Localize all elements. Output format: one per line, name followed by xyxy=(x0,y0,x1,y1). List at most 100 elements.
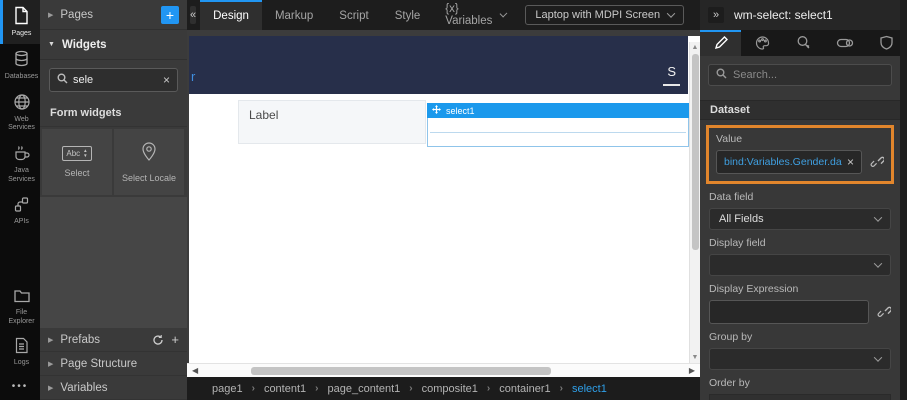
group-by-select[interactable] xyxy=(709,348,891,370)
canvas-vertical-scrollbar[interactable]: ▲ ▼ xyxy=(689,42,700,363)
widget-list-scroll-area xyxy=(40,197,187,328)
rail-item-databases[interactable]: Databases xyxy=(0,44,40,87)
widget-tile-select[interactable]: Abc▲▼ Select xyxy=(42,129,112,195)
scroll-right-icon[interactable]: ▶ xyxy=(684,366,700,375)
prefabs-section-header[interactable]: ▶ Prefabs + xyxy=(40,328,187,352)
breadcrumb-separator: › xyxy=(560,383,563,394)
section-label: Widgets xyxy=(62,39,107,51)
header-partial-link[interactable]: r xyxy=(191,69,195,84)
data-field-select[interactable]: All Fields xyxy=(709,208,891,230)
refresh-prefabs-icon[interactable] xyxy=(152,334,164,346)
order-by-field: Order by xyxy=(700,370,900,389)
tab-advanced-search[interactable] xyxy=(783,30,824,56)
widget-group-header: Form widgets xyxy=(40,100,187,127)
order-by-list: dataValue name xyxy=(709,394,891,400)
select-underline xyxy=(430,132,686,133)
breadcrumb-separator: › xyxy=(252,383,255,394)
order-by-option-datavalue[interactable]: dataValue xyxy=(710,395,890,400)
more-options-icon[interactable]: ••• xyxy=(0,373,40,400)
widget-tile-select-locale[interactable]: Select Locale xyxy=(114,129,184,195)
dataset-section-header[interactable]: Dataset xyxy=(700,100,900,120)
rail-item-web-services[interactable]: Web Services xyxy=(0,87,40,139)
property-search-box[interactable] xyxy=(708,64,892,86)
clear-search-icon[interactable]: × xyxy=(163,73,170,87)
field-label: Data field xyxy=(709,191,891,203)
breadcrumb-item-active[interactable]: select1 xyxy=(572,383,607,395)
tab-style[interactable]: Style xyxy=(382,0,434,30)
vertical-scroll-thumb[interactable] xyxy=(692,54,699,250)
rail-item-file-explorer[interactable]: File Explorer xyxy=(0,282,40,332)
tab-toggle-settings[interactable] xyxy=(824,30,865,56)
chevron-down-icon xyxy=(874,259,882,267)
horizontal-scroll-thumb[interactable] xyxy=(251,367,551,375)
value-field: Value × xyxy=(716,133,884,174)
breadcrumb-item[interactable]: content1 xyxy=(264,383,306,395)
widget-tile-label: Select Locale xyxy=(122,173,176,183)
properties-scrollbar[interactable] xyxy=(900,0,907,400)
value-field-highlight: Value × xyxy=(706,125,894,184)
device-dropdown-label: Laptop with MDPI Screen xyxy=(535,9,660,21)
bind-link-icon[interactable] xyxy=(870,155,884,169)
display-expression-input-box[interactable] xyxy=(709,300,869,324)
breadcrumb-item[interactable]: composite1 xyxy=(422,383,478,395)
search-icon xyxy=(57,73,68,87)
add-page-button[interactable]: + xyxy=(161,6,179,24)
page-structure-section-header[interactable]: ▶ Page Structure xyxy=(40,352,187,376)
bind-link-icon[interactable] xyxy=(877,305,891,319)
field-label: Value xyxy=(716,133,884,145)
label-widget[interactable]: Label xyxy=(238,100,426,144)
value-input[interactable] xyxy=(724,156,842,168)
search-gear-icon xyxy=(796,35,811,53)
selected-option: All Fields xyxy=(719,213,764,225)
tab-markup[interactable]: Markup xyxy=(262,0,326,30)
scroll-up-icon[interactable]: ▲ xyxy=(692,42,699,53)
page-header-widget[interactable]: r S xyxy=(189,36,688,94)
clear-value-icon[interactable]: × xyxy=(847,155,854,169)
canvas-horizontal-scrollbar[interactable]: ◀ ▶ xyxy=(187,363,700,377)
chevron-down-icon xyxy=(874,213,882,221)
variables-section-header[interactable]: ▶ Variables xyxy=(40,376,187,400)
collapse-right-panel-button[interactable]: » xyxy=(708,7,724,23)
header-nav-link[interactable]: S xyxy=(663,64,680,86)
select-widget-body[interactable] xyxy=(427,118,689,147)
tab-design[interactable]: Design xyxy=(200,0,262,30)
display-field: Display field xyxy=(700,230,900,276)
scroll-left-icon[interactable]: ◀ xyxy=(187,366,203,375)
rail-item-apis[interactable]: APIs xyxy=(0,190,40,232)
variables-dropdown[interactable]: {x} Variables xyxy=(433,3,517,27)
rail-item-label: Databases xyxy=(5,73,38,82)
widget-search-box[interactable]: × xyxy=(49,68,178,92)
rail-item-java-services[interactable]: Java Services xyxy=(0,138,40,190)
breadcrumb-separator: › xyxy=(409,383,412,394)
globe-icon xyxy=(13,93,31,114)
chevron-down-icon xyxy=(499,10,507,18)
display-expression-input[interactable] xyxy=(717,306,861,318)
breadcrumb-item[interactable]: page_content1 xyxy=(327,383,400,395)
rail-item-logs[interactable]: Logs xyxy=(0,331,40,373)
section-label: Page Structure xyxy=(60,358,137,370)
display-field-select[interactable] xyxy=(709,254,891,276)
tab-styles[interactable] xyxy=(741,30,782,56)
scroll-down-icon[interactable]: ▼ xyxy=(692,352,699,363)
widget-tiles: Abc▲▼ Select Select Locale xyxy=(40,127,187,197)
device-dropdown[interactable]: Laptop with MDPI Screen xyxy=(525,5,684,25)
widgets-section-header[interactable]: ▼ Widgets xyxy=(40,30,187,60)
breadcrumb-item[interactable]: container1 xyxy=(499,383,550,395)
breadcrumb-item[interactable]: page1 xyxy=(212,383,243,395)
section-label: Variables xyxy=(60,382,107,394)
collapse-left-panel-button[interactable]: « xyxy=(190,6,196,24)
rail-item-label: APIs xyxy=(14,218,29,227)
add-prefab-icon[interactable]: + xyxy=(171,332,179,347)
property-search-input[interactable] xyxy=(733,69,884,81)
caret-right-icon: ▶ xyxy=(48,384,53,392)
select1-widget[interactable]: select1 xyxy=(427,103,689,147)
move-handle-icon[interactable] xyxy=(432,105,441,116)
tab-properties[interactable] xyxy=(700,30,741,56)
value-input-box[interactable]: × xyxy=(716,150,862,174)
widget-selection-bar[interactable]: select1 xyxy=(427,103,689,118)
widget-search-input[interactable] xyxy=(73,74,158,86)
rail-item-pages[interactable]: Pages xyxy=(0,0,40,44)
tab-script[interactable]: Script xyxy=(326,0,381,30)
group-by-field: Group by xyxy=(700,324,900,370)
pages-section-header[interactable]: ▶ Pages + xyxy=(40,0,187,30)
